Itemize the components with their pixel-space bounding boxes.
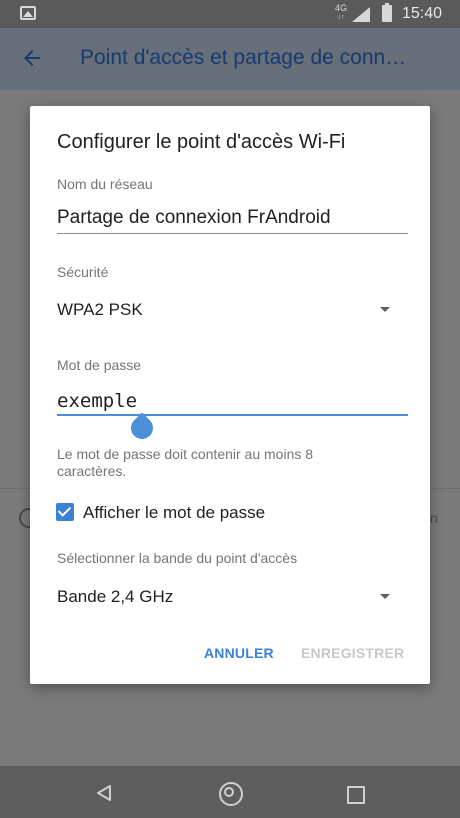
- nav-back-icon[interactable]: [96, 784, 112, 802]
- cancel-button[interactable]: ANNULER: [204, 645, 274, 661]
- background-text-fragment: n: [430, 510, 438, 526]
- signal-icon: [352, 7, 370, 22]
- app-bar: Point d'accès et partage de conn…: [0, 28, 460, 90]
- network-type-label: 4G: [334, 3, 347, 13]
- dialog-title: Configurer le point d'accès Wi-Fi: [57, 131, 346, 153]
- password-label: Mot de passe: [57, 357, 142, 373]
- network-name-input[interactable]: Partage de connexion FrAndroid: [57, 207, 331, 229]
- status-time: 15:40: [402, 5, 443, 22]
- network-name-underline: [57, 233, 408, 234]
- status-bar: 4G ↓↑ 15:40: [0, 0, 460, 28]
- page-title: Point d'accès et partage de conn…: [80, 46, 407, 69]
- back-arrow-icon[interactable]: [20, 46, 44, 70]
- nav-home-icon[interactable]: [219, 782, 243, 806]
- password-helper-text: Le mot de passe doit contenir au moins 8…: [57, 446, 314, 479]
- text-cursor-handle[interactable]: [126, 412, 158, 444]
- password-input[interactable]: [57, 386, 408, 416]
- password-underline: [57, 414, 408, 416]
- band-label: Sélectionner la bande du point d'accès: [57, 550, 298, 566]
- dropdown-arrow-icon[interactable]: [380, 307, 390, 312]
- hotspot-config-dialog: Configurer le point d'accès Wi-Fi Nom du…: [30, 106, 430, 684]
- data-activity-icon: ↓↑: [337, 14, 345, 21]
- dropdown-arrow-icon[interactable]: [380, 594, 390, 599]
- show-password-checkbox[interactable]: [56, 503, 74, 521]
- nav-recents-icon[interactable]: [347, 786, 365, 804]
- battery-icon: [382, 3, 392, 22]
- network-name-label: Nom du réseau: [57, 176, 153, 192]
- show-password-label[interactable]: Afficher le mot de passe: [83, 503, 265, 523]
- navigation-bar: [0, 766, 460, 818]
- save-button[interactable]: ENREGISTRER: [301, 645, 404, 661]
- security-dropdown[interactable]: WPA2 PSK: [57, 300, 143, 320]
- band-dropdown[interactable]: Bande 2,4 GHz: [57, 587, 173, 607]
- image-notification-icon: [20, 6, 36, 20]
- security-label: Sécurité: [57, 264, 109, 280]
